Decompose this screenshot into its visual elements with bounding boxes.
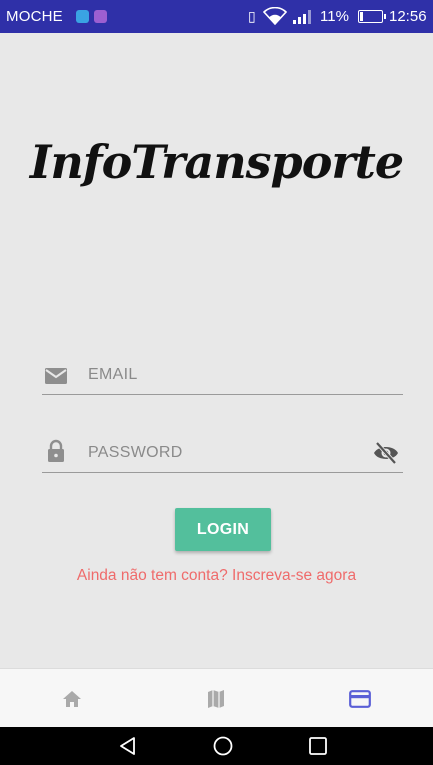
vibrate-icon: ▯ [248,8,256,24]
email-field[interactable] [42,355,403,395]
wifi-icon [263,7,287,25]
app-logo-title: InfoTransporte [29,135,404,189]
recents-icon[interactable] [307,735,329,757]
map-icon [208,689,224,708]
home-icon [63,690,81,707]
battery-icon [358,10,386,23]
password-input[interactable] [88,439,358,467]
nav-map[interactable] [144,669,288,728]
signup-link[interactable]: Ainda não tem conta? Inscreva-se agora [0,567,433,585]
back-icon[interactable] [117,735,139,757]
nav-card[interactable] [288,669,432,728]
visibility-off-icon[interactable] [373,441,399,465]
carrier-label: MOCHE [6,8,63,25]
email-input[interactable] [88,361,358,389]
system-navigation-bar [0,727,433,765]
home-button-icon[interactable] [212,735,234,757]
battery-percent: 11% [320,8,349,25]
password-field[interactable] [42,433,403,473]
signal-icon [293,10,311,24]
nav-home[interactable] [0,669,144,728]
notification-app-icon [76,10,89,23]
notification-app-icon [94,10,107,23]
bottom-navigation [0,668,433,727]
login-button[interactable]: LOGIN [175,508,271,551]
card-icon [349,689,371,708]
lock-icon [48,439,64,462]
mail-icon [45,368,67,384]
clock: 12:56 [389,8,427,25]
status-bar: MOCHE ▯ 11% 12:56 [0,0,433,33]
